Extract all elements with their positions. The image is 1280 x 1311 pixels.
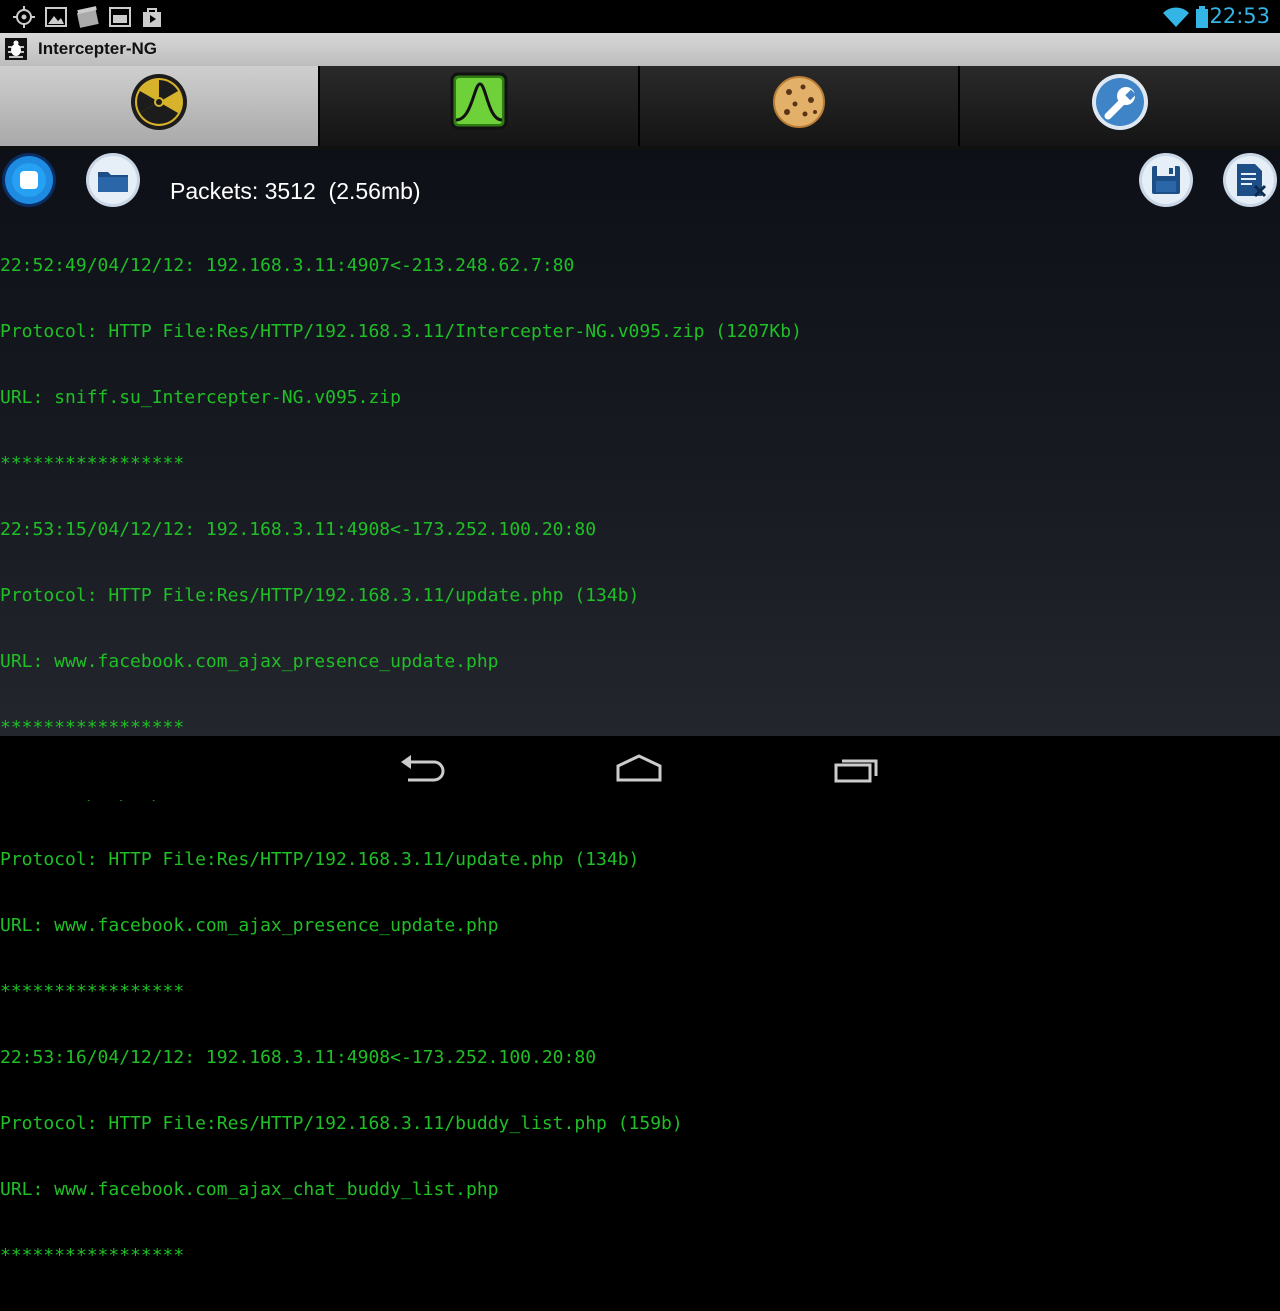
clapper-icon	[76, 6, 99, 28]
open-folder-button[interactable]	[85, 152, 141, 208]
log-line: 22:53:16/04/12/12: 192.168.3.11:4908<-17…	[0, 1047, 597, 1068]
log-separator: *****************	[0, 981, 185, 1002]
status-bar: 22:53	[0, 0, 1280, 33]
tab-cookies[interactable]	[640, 66, 960, 146]
log-line: URL: www.facebook.com_ajax_chat_buddy_li…	[0, 1179, 499, 1200]
clock: 22:53	[1209, 4, 1270, 28]
gallery-icon	[45, 7, 67, 27]
home-icon[interactable]	[614, 752, 664, 784]
log-line: Protocol: HTTP File:Res/HTTP/192.168.3.1…	[0, 585, 640, 606]
wifi-icon	[1163, 7, 1189, 27]
radiation-icon	[131, 74, 187, 130]
system-nav-bar	[0, 736, 1280, 800]
gps-icon	[13, 6, 35, 28]
image-icon	[109, 7, 131, 27]
log-separator: *****************	[0, 1245, 185, 1266]
clear-log-button[interactable]	[1222, 152, 1278, 208]
app-bug-icon	[5, 38, 27, 60]
log-line: 22:52:49/04/12/12: 192.168.3.11:4907<-21…	[0, 255, 575, 276]
log-line: Protocol: HTTP File:Res/HTTP/192.168.3.1…	[0, 321, 802, 342]
battery-icon	[1196, 6, 1208, 28]
recent-apps-icon[interactable]	[832, 752, 882, 784]
save-button[interactable]	[1138, 152, 1194, 208]
cookie-icon	[773, 76, 825, 128]
tab-scan[interactable]	[0, 66, 320, 146]
stop-button[interactable]	[1, 152, 57, 208]
tab-bar	[0, 66, 1280, 153]
log-line: 22:53:15/04/12/12: 192.168.3.11:4908<-17…	[0, 519, 597, 540]
sniffer-panel: Packets: 3512 (2.56mb) 22:52:49/04/12/12…	[0, 150, 1280, 1266]
tab-sniffer[interactable]	[320, 66, 640, 146]
log-line: Protocol: HTTP File:Res/HTTP/192.168.3.1…	[0, 1113, 683, 1134]
back-icon[interactable]	[398, 752, 448, 784]
log-line: URL: sniff.su_Intercepter-NG.v095.zip	[0, 387, 401, 408]
app-title: Intercepter-NG	[38, 39, 158, 58]
tab-tools[interactable]	[960, 66, 1280, 146]
app-title-bar: Intercepter-NG	[0, 33, 1280, 67]
log-line: URL: www.facebook.com_ajax_presence_upda…	[0, 915, 499, 936]
log-line: Protocol: HTTP File:Res/HTTP/192.168.3.1…	[0, 849, 640, 870]
wireshark-icon	[450, 72, 508, 130]
log-line: URL: www.facebook.com_ajax_presence_upda…	[0, 651, 499, 672]
log-separator: *****************	[0, 453, 185, 474]
play-store-icon	[143, 8, 161, 27]
packets-counter: Packets: 3512 (2.56mb)	[170, 178, 421, 204]
wrench-icon	[1092, 74, 1148, 130]
